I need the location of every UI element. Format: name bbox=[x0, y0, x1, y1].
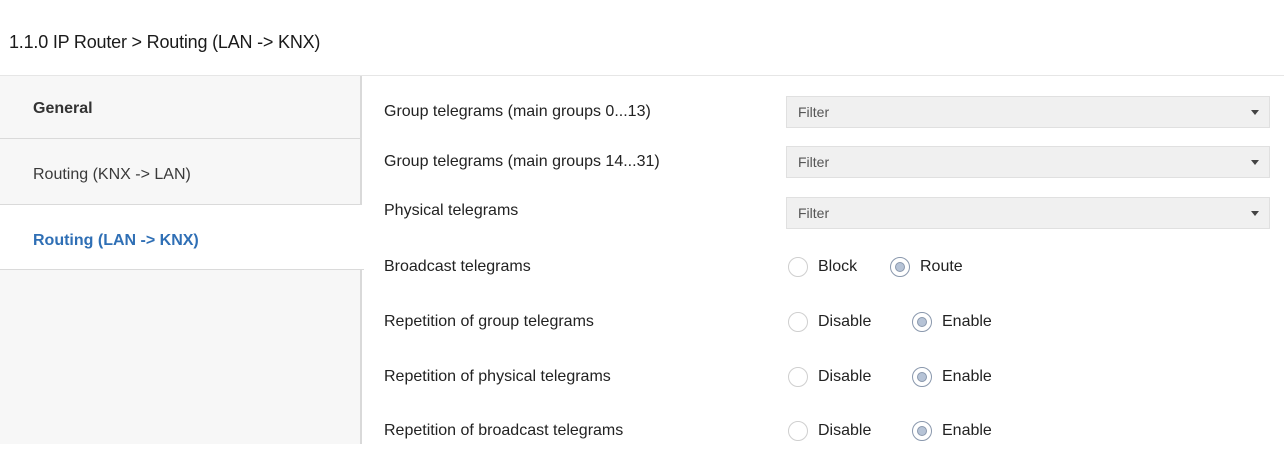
rep-broadcast-radio-group: Disable Enable bbox=[788, 420, 1028, 444]
radio-label: Disable bbox=[818, 422, 872, 439]
rep-physical-radio-group: Disable Enable bbox=[788, 366, 1028, 390]
param-row-rep-physical: Repetition of physical telegrams Disable… bbox=[364, 366, 1284, 418]
caret-down-icon bbox=[1251, 110, 1259, 115]
param-label: Physical telegrams bbox=[384, 202, 519, 219]
param-row-group-0-13: Group telegrams (main groups 0...13) Fil… bbox=[364, 96, 1284, 146]
param-label: Repetition of group telegrams bbox=[384, 313, 594, 330]
radio-label: Enable bbox=[942, 422, 992, 439]
radio-label: Disable bbox=[818, 313, 872, 330]
radio-button-icon bbox=[788, 312, 808, 332]
radio-button-icon bbox=[788, 257, 808, 277]
broadcast-radio-group: Block Route bbox=[788, 256, 1008, 280]
sidebar-item-routing-lan-knx[interactable]: Routing (LAN -> KNX) bbox=[0, 205, 364, 270]
page-title: 1.1.0 IP Router > Routing (LAN -> KNX) bbox=[9, 32, 321, 52]
select-value: Filter bbox=[798, 104, 830, 120]
radio-button-icon bbox=[912, 367, 932, 387]
select-value: Filter bbox=[798, 154, 830, 170]
sidebar-item-label: General bbox=[33, 100, 93, 117]
param-label: Group telegrams (main groups 0...13) bbox=[384, 103, 651, 120]
radio-label: Disable bbox=[818, 368, 872, 385]
radio-enable[interactable]: Enable bbox=[912, 366, 1022, 390]
radio-route[interactable]: Route bbox=[890, 256, 990, 280]
radio-button-icon bbox=[788, 421, 808, 441]
rep-group-radio-group: Disable Enable bbox=[788, 311, 1028, 335]
radio-label: Block bbox=[818, 258, 858, 275]
group-telegrams-14-31-select[interactable]: Filter bbox=[786, 146, 1270, 178]
param-row-group-14-31: Group telegrams (main groups 14...31) Fi… bbox=[364, 146, 1284, 196]
param-label: Broadcast telegrams bbox=[384, 258, 531, 275]
param-label: Repetition of physical telegrams bbox=[384, 368, 611, 385]
sidebar-item-general[interactable]: General bbox=[0, 76, 362, 139]
group-telegrams-0-13-select[interactable]: Filter bbox=[786, 96, 1270, 128]
radio-enable[interactable]: Enable bbox=[912, 311, 1022, 335]
param-row-broadcast: Broadcast telegrams Block Route bbox=[364, 256, 1284, 308]
radio-label: Route bbox=[920, 258, 963, 275]
param-label: Group telegrams (main groups 14...31) bbox=[384, 153, 660, 170]
parameter-panel: Group telegrams (main groups 0...13) Fil… bbox=[364, 76, 1284, 444]
param-row-rep-group: Repetition of group telegrams Disable En… bbox=[364, 311, 1284, 363]
caret-down-icon bbox=[1251, 211, 1259, 216]
sidebar-item-label: Routing (LAN -> KNX) bbox=[33, 232, 199, 249]
select-value: Filter bbox=[798, 205, 830, 221]
title-bar: 1.1.0 IP Router > Routing (LAN -> KNX) bbox=[0, 0, 1284, 76]
sidebar-item-label: Routing (KNX -> LAN) bbox=[33, 166, 191, 183]
radio-button-icon bbox=[890, 257, 910, 277]
param-row-rep-broadcast: Repetition of broadcast telegrams Disabl… bbox=[364, 420, 1284, 472]
radio-button-icon bbox=[912, 312, 932, 332]
radio-disable[interactable]: Disable bbox=[788, 420, 888, 444]
param-row-physical: Physical telegrams Filter bbox=[364, 197, 1284, 247]
radio-block[interactable]: Block bbox=[788, 256, 876, 280]
radio-disable[interactable]: Disable bbox=[788, 366, 888, 390]
radio-enable[interactable]: Enable bbox=[912, 420, 1022, 444]
param-label: Repetition of broadcast telegrams bbox=[384, 422, 624, 439]
caret-down-icon bbox=[1251, 160, 1259, 165]
radio-button-icon bbox=[788, 367, 808, 387]
physical-telegrams-select[interactable]: Filter bbox=[786, 197, 1270, 229]
radio-label: Enable bbox=[942, 313, 992, 330]
sidebar: General Routing (KNX -> LAN) Routing (LA… bbox=[0, 76, 364, 444]
radio-disable[interactable]: Disable bbox=[788, 311, 888, 335]
radio-label: Enable bbox=[942, 368, 992, 385]
sidebar-item-routing-knx-lan[interactable]: Routing (KNX -> LAN) bbox=[0, 139, 362, 205]
radio-button-icon bbox=[912, 421, 932, 441]
